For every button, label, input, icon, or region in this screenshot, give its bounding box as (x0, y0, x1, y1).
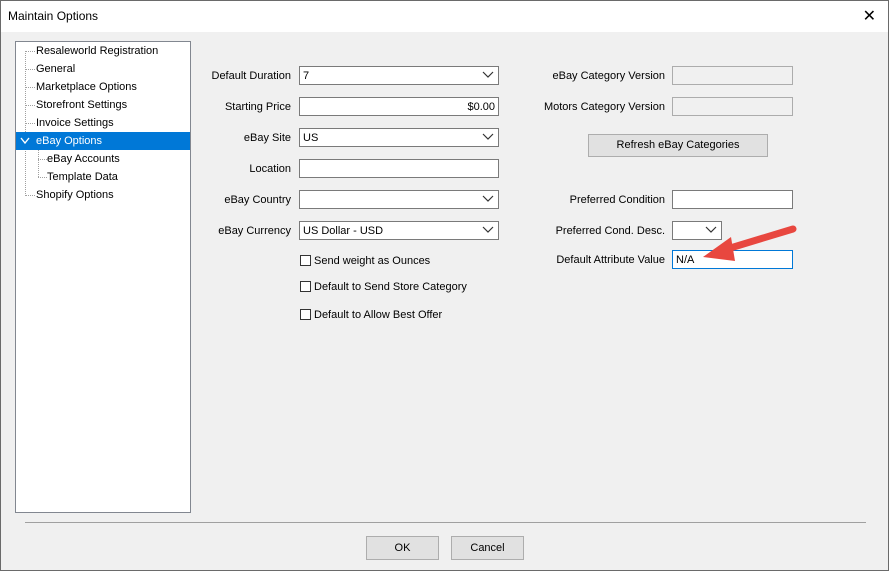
motors-category-version-input (672, 97, 793, 116)
tree-item-ebay-options[interactable]: eBay Options (16, 132, 190, 150)
location-input[interactable] (299, 159, 499, 178)
tree-line (38, 150, 39, 177)
default-duration-value: 7 (303, 70, 310, 82)
chevron-down-icon[interactable] (482, 195, 494, 203)
ebay-category-version-label: eBay Category Version (552, 70, 665, 82)
annotation-arrow-icon (703, 225, 797, 261)
tree-item-shopify-options[interactable]: Shopify Options (33, 186, 117, 204)
refresh-ebay-categories-button[interactable]: Refresh eBay Categories (588, 134, 768, 157)
tree-item-general[interactable]: General (33, 60, 78, 78)
starting-price-input[interactable]: $0.00 (299, 97, 499, 116)
ebay-category-version-input (672, 66, 793, 85)
ebay-site-label: eBay Site (243, 132, 291, 144)
send-weight-ounces-label[interactable]: Send weight as Ounces (314, 255, 430, 267)
default-attribute-value-label: Default Attribute Value (556, 254, 665, 266)
send-store-category-checkbox[interactable] (300, 281, 311, 292)
ebay-currency-label: eBay Currency (218, 225, 291, 237)
ebay-site-select[interactable]: US (299, 128, 499, 147)
ebay-currency-select[interactable]: US Dollar - USD (299, 221, 499, 240)
window-title: Maintain Options (8, 9, 99, 23)
options-tree[interactable]: Resaleworld Registration General Marketp… (15, 41, 191, 513)
title-bar: Maintain Options ✕ (1, 1, 888, 32)
send-store-category-label[interactable]: Default to Send Store Category (314, 281, 467, 293)
default-duration-label: Default Duration (211, 70, 292, 82)
cancel-button[interactable]: Cancel (451, 536, 524, 560)
ebay-country-select[interactable] (299, 190, 499, 209)
location-label: Location (249, 163, 291, 175)
ebay-currency-value: US Dollar - USD (303, 225, 384, 237)
tree-item-invoice-settings[interactable]: Invoice Settings (33, 114, 117, 132)
ebay-country-label: eBay Country (224, 194, 291, 206)
footer-separator (25, 522, 866, 523)
default-duration-select[interactable]: 7 (299, 66, 499, 85)
starting-price-value: $0.00 (467, 101, 495, 113)
tree-item-ebay-accounts[interactable]: eBay Accounts (44, 150, 123, 168)
allow-best-offer-checkbox[interactable] (300, 309, 311, 320)
tree-item-template-data[interactable]: Template Data (44, 168, 121, 186)
preferred-condition-input[interactable] (672, 190, 793, 209)
starting-price-label: Starting Price (224, 101, 291, 113)
allow-best-offer-label[interactable]: Default to Allow Best Offer (314, 309, 442, 321)
chevron-down-icon[interactable] (482, 226, 494, 234)
chevron-down-icon[interactable] (20, 137, 30, 145)
preferred-cond-desc-label: Preferred Cond. Desc. (555, 225, 665, 237)
chevron-down-icon[interactable] (482, 133, 494, 141)
tree-item-marketplace-options[interactable]: Marketplace Options (33, 78, 140, 96)
tree-item-storefront-settings[interactable]: Storefront Settings (33, 96, 130, 114)
motors-category-version-label: Motors Category Version (543, 101, 665, 113)
close-icon[interactable]: ✕ (863, 6, 876, 26)
chevron-down-icon[interactable] (482, 71, 494, 79)
tree-item-resaleworld-registration[interactable]: Resaleworld Registration (33, 42, 161, 60)
maintain-options-window: Maintain Options ✕ Resaleworld Registrat… (0, 0, 889, 571)
ok-button[interactable]: OK (366, 536, 439, 560)
ebay-site-value: US (303, 132, 319, 144)
send-weight-ounces-checkbox[interactable] (300, 255, 311, 266)
preferred-condition-label: Preferred Condition (569, 194, 665, 206)
